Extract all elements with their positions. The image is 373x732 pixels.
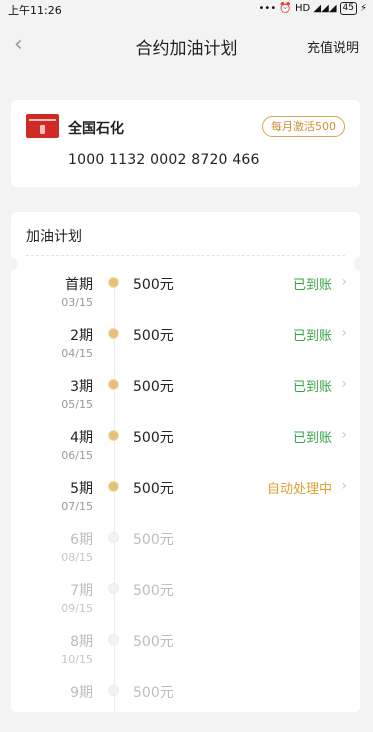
plan-amount: 500元: [133, 634, 174, 650]
activation-badge: 每月激活500: [262, 116, 345, 137]
plan-status: 已到账: [292, 329, 332, 344]
plan-row: 6期 08/15 500元: [11, 529, 360, 579]
plan-period: 9期: [70, 685, 93, 701]
nav-bar: ‹ 合约加油计划 充值说明: [0, 20, 373, 72]
timeline-dot: [108, 532, 119, 543]
divider: [26, 255, 345, 256]
status-bar: 上午11:26 ••• ⏰ HD ◢◢◢ 45 ⚡: [0, 0, 373, 20]
plan-row[interactable]: 2期 04/15 500元 已到账 ›: [11, 325, 360, 375]
plan-amount: 500元: [133, 277, 174, 293]
timeline-dot: [108, 430, 119, 441]
battery-icon: 45: [339, 2, 357, 15]
plan-date: 08/15: [61, 551, 93, 564]
plan-date: 05/15: [61, 398, 93, 411]
plan-period: 5期: [70, 481, 93, 497]
chevron-right-icon[interactable]: ›: [341, 274, 347, 290]
timeline-dot: [108, 379, 119, 390]
timeline-dot: [108, 583, 119, 594]
timeline-dot: [108, 634, 119, 645]
sinopec-card-icon: [26, 114, 59, 138]
plan-date: 10/15: [61, 653, 93, 666]
plan-heading: 加油计划: [26, 229, 82, 245]
plan-amount: 500元: [133, 379, 174, 395]
card-info: 全国石化 每月激活500 1000 1132 0002 8720 466: [11, 100, 360, 187]
chevron-right-icon[interactable]: ›: [341, 325, 347, 341]
plan-row[interactable]: 首期 03/15 500元 已到账 ›: [11, 274, 360, 324]
plan-amount: 500元: [133, 685, 174, 701]
chevron-right-icon[interactable]: ›: [341, 478, 347, 494]
plan-row[interactable]: 4期 06/15 500元 已到账 ›: [11, 427, 360, 477]
plan-row: 9期 500元: [11, 682, 360, 732]
plan-period: 首期: [65, 277, 93, 293]
status-icons: ••• ⏰ HD ◢◢◢ 45 ⚡: [259, 2, 367, 15]
status-time: 上午11:26: [8, 4, 62, 17]
timeline-dot: [108, 328, 119, 339]
chevron-right-icon[interactable]: ›: [341, 376, 347, 392]
ticket-notch-left: [5, 257, 17, 271]
plan-status: 已到账: [292, 431, 332, 446]
plan-date: 07/15: [61, 500, 93, 513]
plan-date: 04/15: [61, 347, 93, 360]
plan-period: 3期: [70, 379, 93, 395]
plan-date: 09/15: [61, 602, 93, 615]
plan-period: 2期: [70, 328, 93, 344]
timeline-dot: [108, 277, 119, 288]
chevron-right-icon[interactable]: ›: [341, 427, 347, 443]
plan-row[interactable]: 5期 07/15 500元 自动处理中 ›: [11, 478, 360, 528]
plan-period: 7期: [70, 583, 93, 599]
plan-period: 6期: [70, 532, 93, 548]
plan-amount: 500元: [133, 532, 174, 548]
timeline-dot: [108, 481, 119, 492]
plan-period: 8期: [70, 634, 93, 650]
charging-icon: ⚡: [359, 3, 367, 14]
status-icons-text: ••• ⏰ HD ◢◢◢: [258, 3, 337, 14]
plan-status: 已到账: [292, 278, 332, 293]
plan-date: 06/15: [61, 449, 93, 462]
plan-date: 03/15: [61, 296, 93, 309]
plan-amount: 500元: [133, 430, 174, 446]
plan-row: 8期 10/15 500元: [11, 631, 360, 681]
plan-amount: 500元: [133, 481, 174, 497]
recharge-info-link[interactable]: 充值说明: [307, 37, 359, 56]
plan-row[interactable]: 3期 05/15 500元 已到账 ›: [11, 376, 360, 426]
plan-status: 自动处理中: [266, 482, 332, 497]
card-number: 1000 1132 0002 8720 466: [68, 152, 260, 168]
plan-card: 加油计划 首期 03/15 500元 已到账 › 2期 04/15 500元 已到账 › 3期 05/…: [5, 212, 366, 712]
plan-amount: 500元: [133, 583, 174, 599]
plan-status: 已到账: [292, 380, 332, 395]
plan-period: 4期: [70, 430, 93, 446]
timeline-dot: [108, 685, 119, 696]
plan-amount: 500元: [133, 328, 174, 344]
company-name: 全国石化: [68, 121, 124, 137]
ticket-notch-right: [354, 257, 366, 271]
plan-row: 7期 09/15 500元: [11, 580, 360, 630]
